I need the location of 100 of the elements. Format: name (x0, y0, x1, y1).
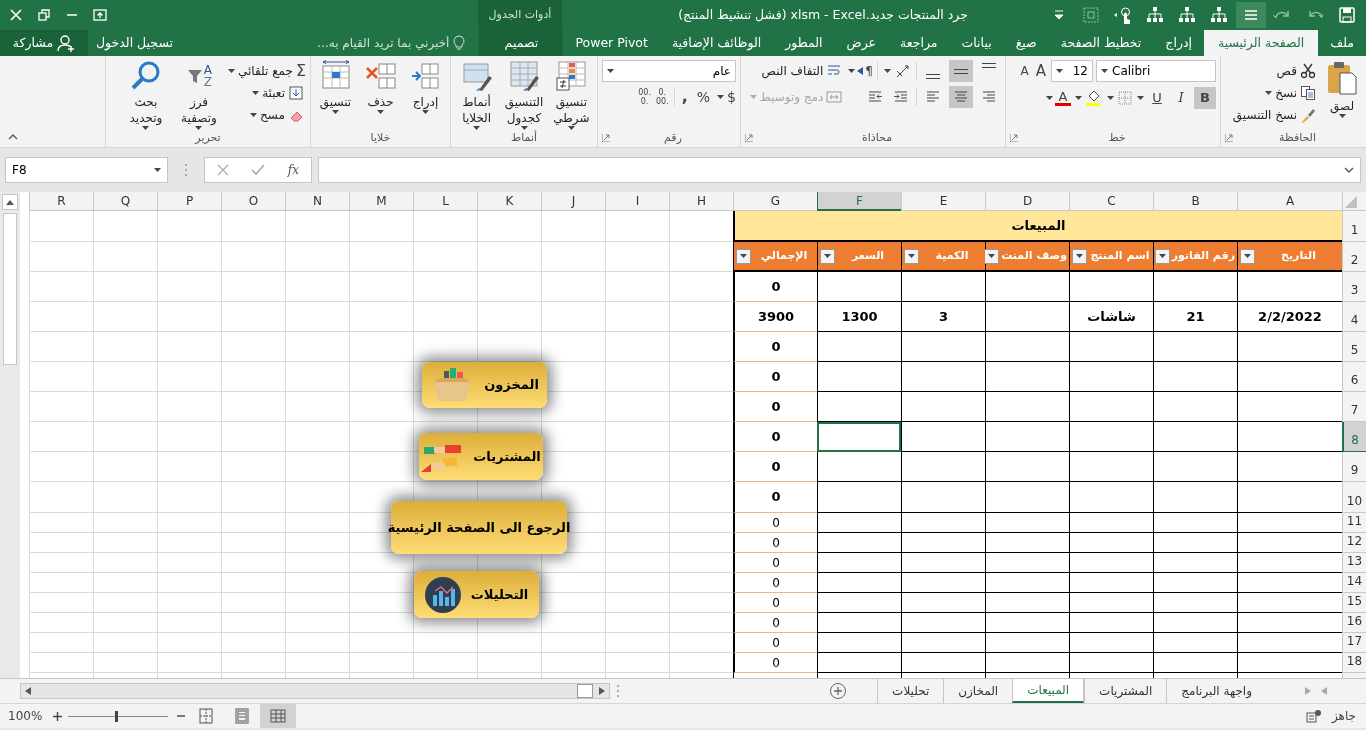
underline-button[interactable]: U (1146, 86, 1168, 109)
grid-cell[interactable] (1069, 272, 1153, 302)
paste-button[interactable]: لصق (1322, 60, 1362, 118)
ribbon-tab[interactable]: المطور (773, 30, 835, 56)
font-name-field[interactable]: Calibri (1096, 60, 1216, 83)
column-header[interactable]: C (1069, 192, 1153, 211)
nav-button[interactable]: المخزون (422, 362, 547, 408)
filter-button[interactable] (820, 248, 835, 264)
ribbon-tab[interactable]: Power Pivot (563, 30, 660, 56)
cell-styles-button[interactable]: أنماط الخلايا (455, 60, 499, 130)
grid-cell[interactable] (1153, 573, 1237, 593)
bold-button[interactable]: B (1194, 86, 1216, 109)
row-header[interactable]: 14 (1342, 573, 1366, 593)
row-header[interactable]: 11 (1342, 513, 1366, 533)
add-sheet-button[interactable] (829, 682, 848, 700)
row-header[interactable]: 9 (1342, 452, 1366, 482)
grid-cell[interactable] (901, 392, 985, 422)
grid-cell[interactable] (1153, 613, 1237, 633)
share-button[interactable]: مشاركة (0, 30, 88, 56)
grid-cell[interactable] (985, 332, 1069, 362)
filter-button[interactable] (1240, 248, 1255, 264)
grid-cell[interactable] (817, 553, 901, 573)
row-header[interactable]: 2 (1342, 242, 1366, 272)
column-header[interactable]: B (1153, 192, 1237, 211)
grid-cell[interactable] (1237, 553, 1342, 573)
menu-button[interactable] (1236, 2, 1266, 28)
grid-cell[interactable] (817, 482, 901, 513)
grid-cell[interactable] (1069, 553, 1153, 573)
grid-cell[interactable] (985, 452, 1069, 482)
italic-button[interactable]: I (1170, 86, 1192, 109)
grid-cell[interactable] (1153, 452, 1237, 482)
name-box[interactable]: F8 (5, 157, 168, 183)
column-header[interactable]: G (733, 192, 817, 211)
shrink-font-button[interactable]: A (1018, 62, 1031, 81)
nav-button[interactable]: التحليلات (414, 571, 539, 618)
horizontal-scrollbar[interactable] (20, 683, 610, 699)
grid-cell[interactable] (1069, 573, 1153, 593)
cut-button[interactable]: قص (1230, 60, 1318, 82)
font-color-button[interactable]: A (1046, 89, 1071, 106)
column-header[interactable]: M (349, 192, 413, 211)
grid-cell[interactable] (1237, 653, 1342, 673)
grid-cell[interactable] (1237, 573, 1342, 593)
filter-button[interactable] (1072, 248, 1087, 264)
row-header[interactable]: 12 (1342, 533, 1366, 553)
delete-button[interactable]: حذف (360, 60, 401, 114)
scroll-up-button[interactable] (2, 194, 18, 210)
grid-cell[interactable] (1153, 553, 1237, 573)
grid-cell[interactable] (1153, 362, 1237, 392)
grid-cell[interactable] (1153, 533, 1237, 553)
grid-cell[interactable] (1153, 593, 1237, 613)
column-header[interactable]: O (221, 192, 285, 211)
format-as-table-button[interactable]: التنسيق كجدول (502, 60, 546, 130)
column-header[interactable]: H (669, 192, 733, 211)
grid-cell[interactable] (1153, 332, 1237, 362)
copy-button[interactable]: نسخ (1230, 82, 1318, 104)
grid-cell[interactable] (985, 272, 1069, 302)
grid-cell[interactable] (817, 613, 901, 633)
insert-button[interactable]: إدراج (405, 60, 446, 114)
nav-button[interactable]: المشتريات (419, 433, 543, 480)
row-header[interactable]: 5 (1342, 332, 1366, 362)
grid-cell[interactable] (901, 533, 985, 553)
ribbon-tab[interactable]: صيغ (1003, 30, 1049, 56)
grid-cell[interactable] (901, 513, 985, 533)
grid-cell[interactable] (1153, 633, 1237, 653)
grid-cell[interactable] (1237, 613, 1342, 633)
grid-cell[interactable] (1153, 482, 1237, 513)
grid-cell[interactable] (817, 513, 901, 533)
conditional-formatting-button[interactable]: تنسيق شرطي (549, 60, 593, 130)
grid-cell[interactable] (1069, 633, 1153, 653)
sign-in-link[interactable]: تسجيل الدخول (88, 30, 182, 56)
grid-cell[interactable] (1237, 452, 1342, 482)
grid-cell[interactable] (985, 633, 1069, 653)
grid-cell[interactable] (985, 422, 1069, 452)
grid-cell[interactable] (1069, 533, 1153, 553)
grid-cell[interactable] (1153, 422, 1237, 452)
grid-cell[interactable] (901, 362, 985, 392)
grid-cell[interactable] (985, 613, 1069, 633)
grid-cell[interactable] (1237, 593, 1342, 613)
grid-cell[interactable] (901, 653, 985, 673)
clear-button[interactable]: مسح (227, 104, 306, 126)
grid-cell[interactable] (817, 332, 901, 362)
currency-button[interactable]: $ (717, 86, 736, 108)
filter-button[interactable] (904, 248, 919, 264)
grid-cell[interactable] (1069, 452, 1153, 482)
fill-button[interactable]: تعبئة (227, 82, 306, 104)
zoom-slider-thumb[interactable] (115, 710, 119, 722)
grid-cell[interactable] (985, 573, 1069, 593)
grid-cell[interactable] (1153, 653, 1237, 673)
grid-cell[interactable] (985, 482, 1069, 513)
grid-cell[interactable] (1069, 362, 1153, 392)
row-header[interactable]: 6 (1342, 362, 1366, 392)
grid-cell[interactable] (1237, 362, 1342, 392)
grid-cell[interactable] (985, 593, 1069, 613)
grid-cell[interactable] (985, 653, 1069, 673)
grid-cell[interactable] (1153, 392, 1237, 422)
view-button[interactable] (260, 704, 297, 728)
row-header[interactable]: 15 (1342, 593, 1366, 613)
font-size-field[interactable]: 12 (1051, 60, 1093, 83)
column-header[interactable]: D (985, 192, 1069, 211)
column-header[interactable]: I (605, 192, 669, 211)
